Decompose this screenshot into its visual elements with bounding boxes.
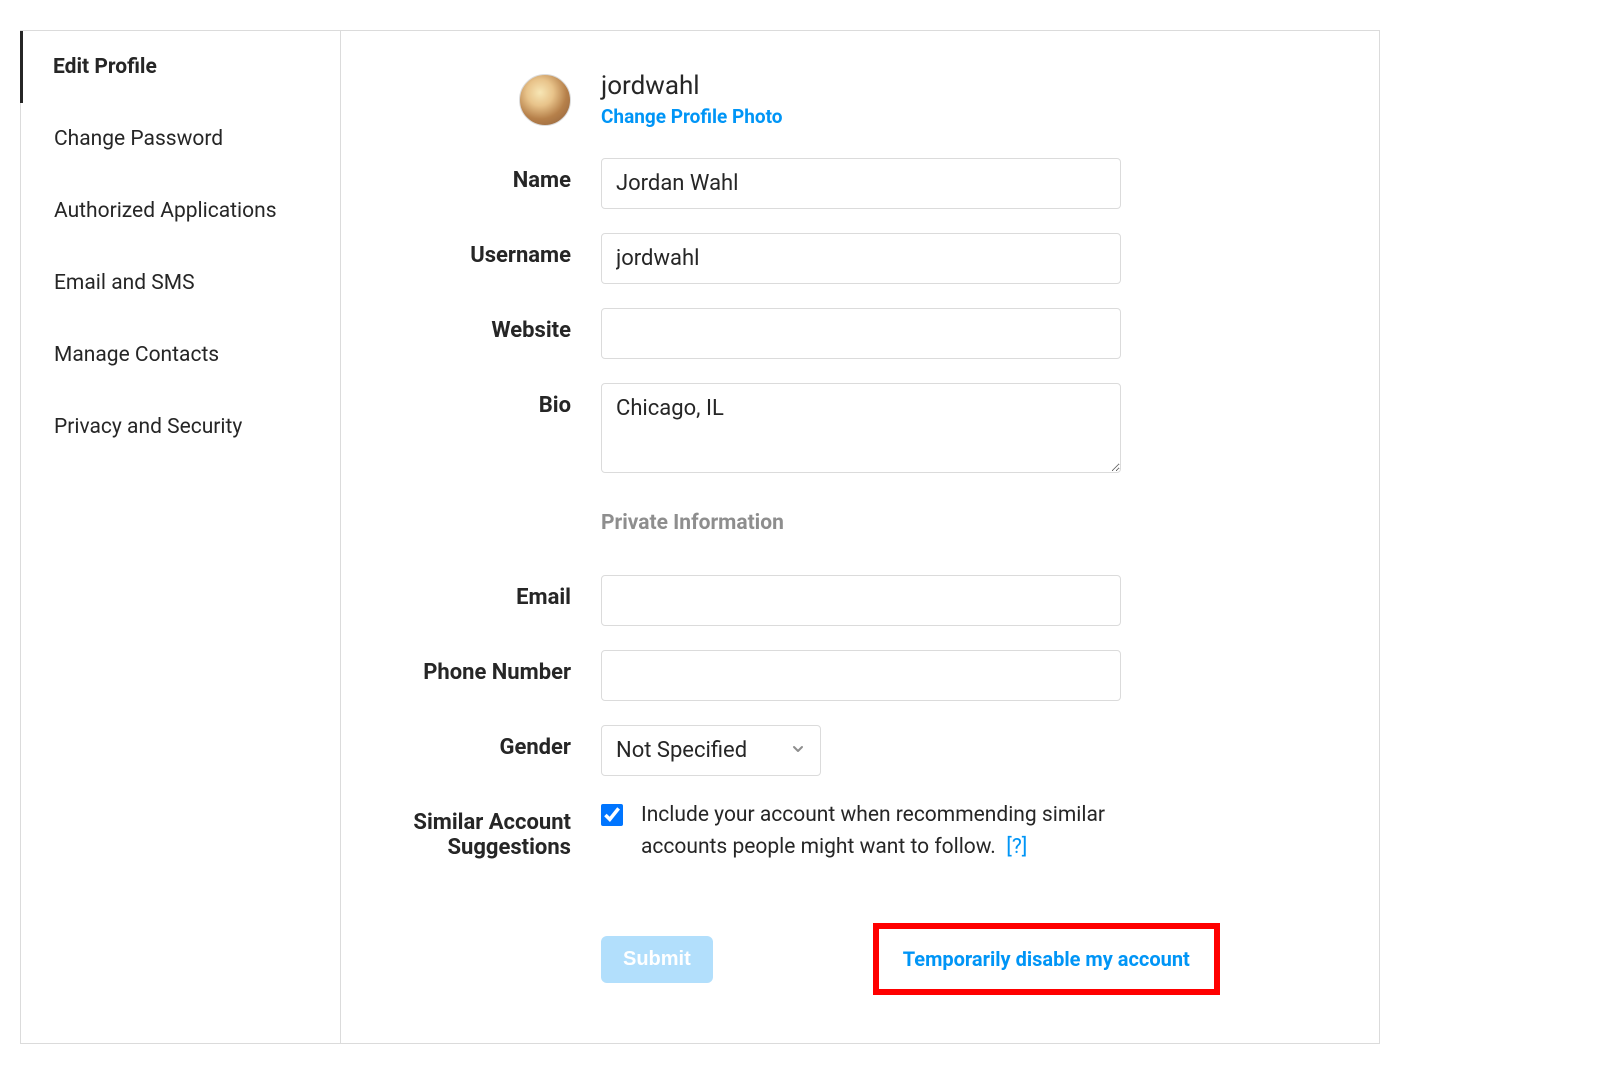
website-label: Website <box>381 308 601 343</box>
change-profile-photo-link[interactable]: Change Profile Photo <box>601 105 783 128</box>
profile-username: jordwahl <box>601 71 783 101</box>
name-label: Name <box>381 158 601 193</box>
name-input[interactable] <box>601 158 1121 209</box>
username-label: Username <box>381 233 601 268</box>
similar-suggestions-checkbox[interactable] <box>601 804 623 826</box>
similar-suggestions-text: Include your account when recommending s… <box>641 800 1181 863</box>
gender-select-value: Not Specified <box>616 738 747 763</box>
temporarily-disable-account-link[interactable]: Temporarily disable my account <box>903 947 1190 971</box>
phone-label: Phone Number <box>381 650 601 685</box>
email-label: Email <box>381 575 601 610</box>
bio-label: Bio <box>381 383 601 418</box>
phone-input[interactable] <box>601 650 1121 701</box>
sidebar-item-change-password[interactable]: Change Password <box>21 103 340 175</box>
settings-sidebar: Edit Profile Change Password Authorized … <box>21 31 341 1043</box>
sidebar-item-privacy-and-security[interactable]: Privacy and Security <box>21 391 340 463</box>
website-input[interactable] <box>601 308 1121 359</box>
disable-account-highlight: Temporarily disable my account <box>873 923 1220 995</box>
sidebar-item-edit-profile[interactable]: Edit Profile <box>20 31 340 103</box>
username-input[interactable] <box>601 233 1121 284</box>
similar-suggestions-label: Similar Account Suggestions <box>381 800 601 860</box>
gender-select[interactable]: Not Specified <box>601 725 821 776</box>
bio-textarea[interactable]: Chicago, IL <box>601 383 1121 473</box>
email-input[interactable] <box>601 575 1121 626</box>
similar-help-link[interactable]: [?] <box>1006 835 1027 859</box>
sidebar-item-authorized-applications[interactable]: Authorized Applications <box>21 175 340 247</box>
sidebar-item-email-and-sms[interactable]: Email and SMS <box>21 247 340 319</box>
edit-profile-form: jordwahl Change Profile Photo Name Usern… <box>341 31 1379 1043</box>
sidebar-item-manage-contacts[interactable]: Manage Contacts <box>21 319 340 391</box>
settings-panel: Edit Profile Change Password Authorized … <box>20 30 1380 1044</box>
private-information-heading: Private Information <box>601 501 1121 551</box>
gender-label: Gender <box>381 725 601 760</box>
submit-button[interactable]: Submit <box>601 936 713 983</box>
chevron-down-icon <box>790 741 806 761</box>
avatar[interactable] <box>519 74 571 126</box>
